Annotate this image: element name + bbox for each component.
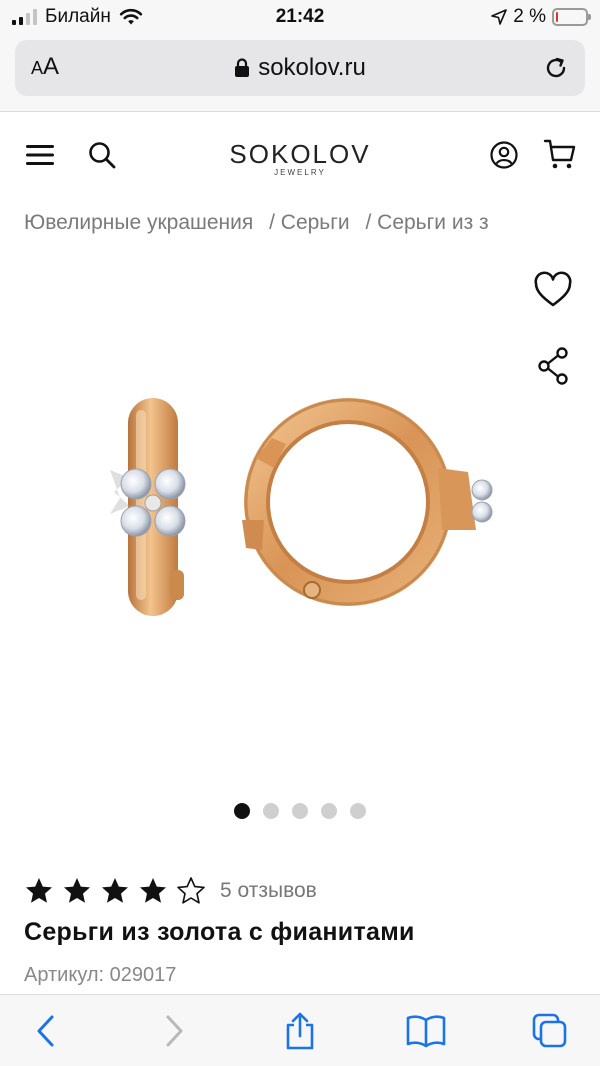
cart-icon	[543, 139, 576, 169]
back-button[interactable]	[26, 1011, 66, 1051]
site-header: SOKOLOV JEWELRY	[0, 113, 600, 195]
gallery-pagination	[0, 803, 600, 819]
gallery-dot[interactable]	[292, 803, 308, 819]
product-rating[interactable]: 5 отзывов	[24, 876, 317, 906]
breadcrumb-item[interactable]: Ювелирные украшения	[24, 211, 253, 234]
bookmarks-button[interactable]	[404, 1011, 448, 1051]
battery-percent: 2 %	[513, 6, 546, 27]
star-filled-icon	[64, 878, 90, 903]
product-image	[110, 398, 493, 616]
share-page-button[interactable]	[280, 1011, 320, 1051]
tabs-icon	[532, 1013, 567, 1048]
product-title: Серьги из золота с фианитами	[24, 918, 415, 946]
breadcrumb-item[interactable]: / Серьги	[269, 211, 350, 234]
account-button[interactable]	[486, 137, 522, 173]
star-empty-icon	[177, 877, 205, 904]
breadcrumb: Ювелирные украшения / Серьги / Серьги из…	[24, 211, 600, 241]
chevron-left-icon	[37, 1015, 54, 1047]
browser-toolbar	[0, 994, 600, 1066]
star-filled-icon	[102, 878, 128, 903]
star-filled-icon	[26, 878, 52, 903]
cart-button[interactable]	[540, 135, 580, 173]
tabs-button[interactable]	[530, 1011, 570, 1051]
browser-address-area: AA sokolov.ru	[0, 34, 600, 112]
reload-icon[interactable]	[541, 53, 571, 83]
share-square-icon	[286, 1012, 314, 1050]
star-filled-icon	[140, 878, 166, 903]
lock-icon	[235, 58, 250, 77]
product-article: Артикул: 029017	[24, 964, 177, 986]
gallery-dot[interactable]	[350, 803, 366, 819]
chevron-right-icon	[166, 1015, 183, 1047]
address-bar[interactable]: AA sokolov.ru	[15, 40, 585, 96]
location-arrow-icon	[491, 9, 508, 25]
gallery-dot[interactable]	[263, 803, 279, 819]
share-icon	[538, 347, 568, 385]
forward-button[interactable]	[154, 1011, 194, 1051]
heart-icon	[534, 271, 572, 307]
share-button[interactable]	[534, 345, 572, 387]
favorite-button[interactable]	[532, 270, 574, 310]
gallery-dot[interactable]	[234, 803, 250, 819]
battery-icon	[552, 8, 591, 26]
gallery-dot[interactable]	[321, 803, 337, 819]
url-text: sokolov.ru	[258, 54, 366, 81]
breadcrumb-item[interactable]: / Серьги из з	[365, 211, 488, 234]
reviews-link[interactable]: 5 отзывов	[220, 879, 317, 903]
user-icon	[490, 141, 518, 169]
status-bar: Билайн 21:42 2 %	[0, 0, 600, 34]
book-icon	[406, 1015, 446, 1048]
